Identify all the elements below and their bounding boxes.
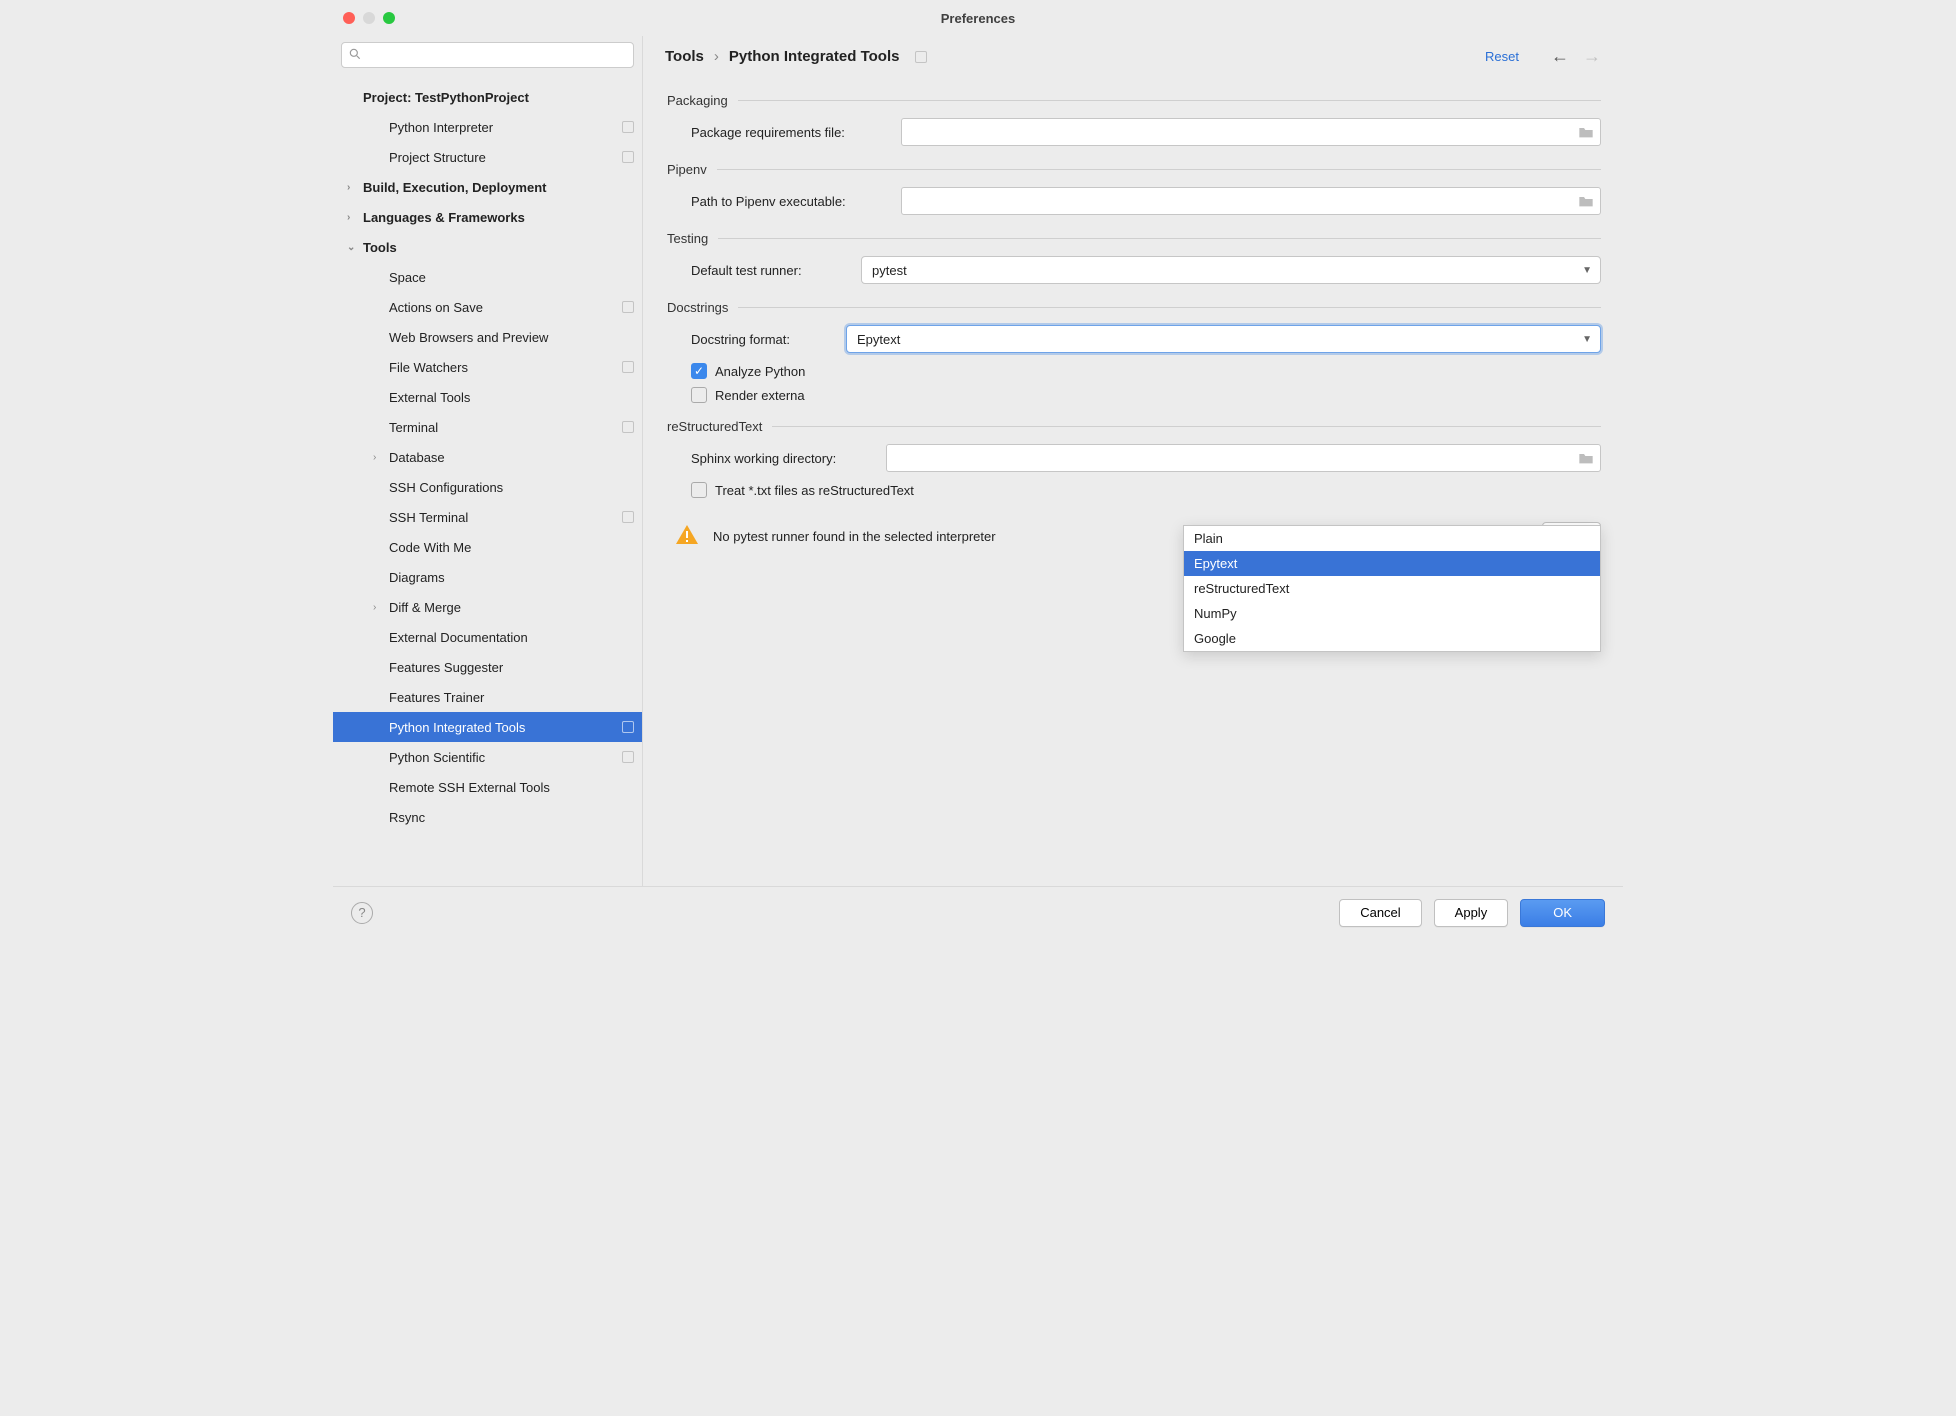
sidebar: Project: TestPythonProject Python Interp… <box>333 36 643 886</box>
tree-tools-database[interactable]: ›Database <box>333 442 642 472</box>
tree-tools-python-integrated[interactable]: Python Integrated Tools <box>333 712 642 742</box>
tree-python-interpreter[interactable]: Python Interpreter <box>333 112 642 142</box>
test-runner-label: Default test runner: <box>691 263 861 278</box>
tree-tools-external-tools[interactable]: External Tools <box>333 382 642 412</box>
breadcrumb-root[interactable]: Tools <box>665 48 704 65</box>
dd-option-google[interactable]: Google <box>1184 626 1600 651</box>
settings-tree: Project: TestPythonProject Python Interp… <box>333 74 642 832</box>
scope-icon <box>622 151 634 163</box>
section-testing-legend: Testing <box>665 231 718 246</box>
ok-button[interactable]: OK <box>1520 899 1605 927</box>
sphinx-input[interactable] <box>886 444 1601 472</box>
docstring-format-select[interactable]: Epytext ▼ <box>846 325 1601 353</box>
apply-button[interactable]: Apply <box>1434 899 1509 927</box>
section-rst-legend: reStructuredText <box>665 419 772 434</box>
tree-tools-remote-ssh-ext[interactable]: Remote SSH External Tools <box>333 772 642 802</box>
test-runner-select[interactable]: pytest ▼ <box>861 256 1601 284</box>
package-req-input[interactable] <box>901 118 1601 146</box>
tree-tools-diff-merge[interactable]: ›Diff & Merge <box>333 592 642 622</box>
tree-tools-terminal[interactable]: Terminal <box>333 412 642 442</box>
tree-tools-actions-on-save[interactable]: Actions on Save <box>333 292 642 322</box>
tree-tools-external-doc[interactable]: External Documentation <box>333 622 642 652</box>
tree-tools-file-watchers[interactable]: File Watchers <box>333 352 642 382</box>
dd-option-numpy[interactable]: NumPy <box>1184 601 1600 626</box>
analyze-checkbox[interactable] <box>691 363 707 379</box>
render-label: Render externa <box>715 388 805 403</box>
tree-tools-python-scientific[interactable]: Python Scientific <box>333 742 642 772</box>
tree-tools-rsync[interactable]: Rsync <box>333 802 642 832</box>
section-pipenv-legend: Pipenv <box>665 162 717 177</box>
docstring-format-dropdown[interactable]: Plain Epytext reStructuredText NumPy Goo… <box>1183 525 1601 652</box>
dd-option-rst[interactable]: reStructuredText <box>1184 576 1600 601</box>
tree-tools-ssh-terminal[interactable]: SSH Terminal <box>333 502 642 532</box>
breadcrumb-leaf: Python Integrated Tools <box>729 48 900 65</box>
back-button[interactable]: ← <box>1551 46 1569 67</box>
dd-option-plain[interactable]: Plain <box>1184 526 1600 551</box>
docstring-format-value: Epytext <box>857 332 900 347</box>
forward-button: → <box>1583 46 1601 67</box>
scope-icon <box>622 721 634 733</box>
warning-icon <box>675 523 713 550</box>
breadcrumb: Tools › Python Integrated Tools <box>665 48 927 65</box>
reset-link[interactable]: Reset <box>1485 49 1519 64</box>
search-input-wrapper[interactable] <box>341 42 634 68</box>
chevron-right-icon: › <box>714 48 719 65</box>
tree-tools-diagrams[interactable]: Diagrams <box>333 562 642 592</box>
help-button[interactable]: ? <box>351 902 373 924</box>
scope-icon <box>915 51 927 63</box>
dd-option-epytext[interactable]: Epytext <box>1184 551 1600 576</box>
caret-down-icon: ▼ <box>1582 334 1592 345</box>
package-req-label: Package requirements file: <box>691 125 901 140</box>
browse-icon[interactable] <box>1578 451 1594 465</box>
analyze-label: Analyze Python <box>715 364 805 379</box>
scope-icon <box>622 301 634 313</box>
tree-tools[interactable]: ⌄Tools <box>333 232 642 262</box>
tree-project-structure[interactable]: Project Structure <box>333 142 642 172</box>
tree-tools-features-trainer[interactable]: Features Trainer <box>333 682 642 712</box>
scope-icon <box>622 751 634 763</box>
warning-text: No pytest runner found in the selected i… <box>713 529 996 544</box>
docstring-format-label: Docstring format: <box>691 332 846 347</box>
tree-tools-code-with-me[interactable]: Code With Me <box>333 532 642 562</box>
tree-languages[interactable]: ›Languages & Frameworks <box>333 202 642 232</box>
window-title: Preferences <box>333 11 1623 26</box>
scope-icon <box>622 361 634 373</box>
treat-txt-label: Treat *.txt files as reStructuredText <box>715 483 914 498</box>
tree-build[interactable]: ›Build, Execution, Deployment <box>333 172 642 202</box>
section-packaging-legend: Packaging <box>665 93 738 108</box>
treat-txt-checkbox[interactable] <box>691 482 707 498</box>
search-icon <box>348 47 362 64</box>
scope-icon <box>622 511 634 523</box>
titlebar: Preferences <box>333 0 1623 36</box>
pipenv-path-input[interactable] <box>901 187 1601 215</box>
scope-icon <box>622 121 634 133</box>
pipenv-path-label: Path to Pipenv executable: <box>691 194 901 209</box>
cancel-button[interactable]: Cancel <box>1339 899 1421 927</box>
search-input[interactable] <box>366 47 627 64</box>
tree-tools-ssh-config[interactable]: SSH Configurations <box>333 472 642 502</box>
caret-down-icon: ▼ <box>1582 265 1592 276</box>
render-checkbox[interactable] <box>691 387 707 403</box>
browse-icon[interactable] <box>1578 125 1594 139</box>
tree-project[interactable]: Project: TestPythonProject <box>333 82 642 112</box>
sphinx-label: Sphinx working directory: <box>691 451 886 466</box>
test-runner-value: pytest <box>872 263 907 278</box>
section-docstrings-legend: Docstrings <box>665 300 738 315</box>
footer: ? Cancel Apply OK <box>333 886 1623 938</box>
scope-icon <box>622 421 634 433</box>
content-header: Tools › Python Integrated Tools Reset ← … <box>643 36 1623 77</box>
tree-tools-web-browsers[interactable]: Web Browsers and Preview <box>333 322 642 352</box>
tree-tools-features-suggester[interactable]: Features Suggester <box>333 652 642 682</box>
browse-icon[interactable] <box>1578 194 1594 208</box>
tree-tools-space[interactable]: Space <box>333 262 642 292</box>
